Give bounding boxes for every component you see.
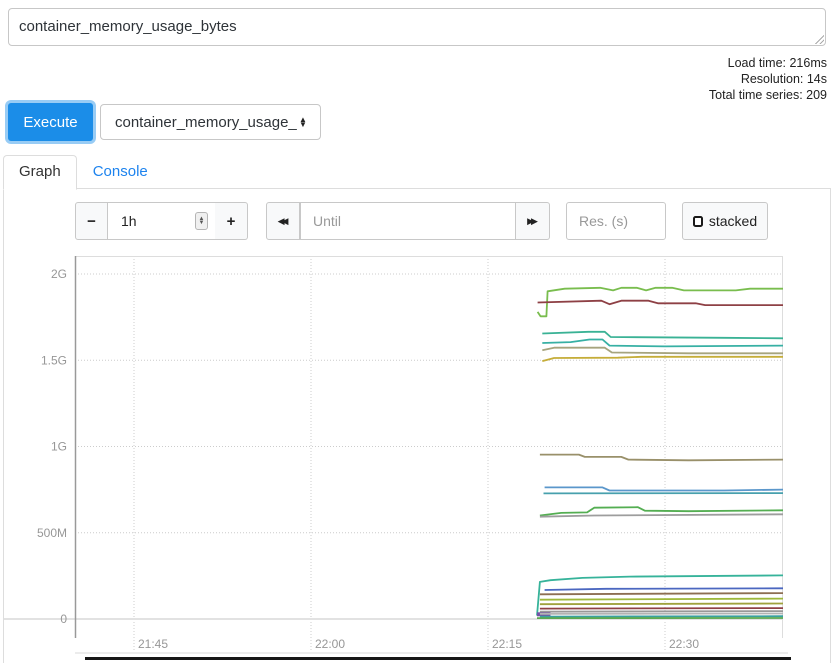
- graph-controls: − ▲▼ + ◀◀ ▶▶: [75, 202, 768, 240]
- svg-text:22:30: 22:30: [669, 637, 699, 651]
- load-time: Load time: 216ms: [709, 55, 827, 71]
- svg-text:22:15: 22:15: [492, 637, 522, 651]
- metric-select[interactable]: container_memory_usage_bytes ▲▼: [100, 104, 321, 140]
- select-arrows-icon: ▲▼: [299, 117, 307, 127]
- svg-text:21:45: 21:45: [138, 637, 168, 651]
- svg-text:1.5G: 1.5G: [41, 353, 67, 367]
- prometheus-expression-browser: container_memory_usage_bytes Load time: …: [0, 0, 833, 663]
- svg-text:22:00: 22:00: [315, 637, 345, 651]
- forward-icon: ▶▶: [527, 216, 535, 227]
- shift-forward-button[interactable]: ▶▶: [516, 202, 550, 240]
- expression-input[interactable]: container_memory_usage_bytes: [8, 8, 826, 46]
- range-decrease-button[interactable]: −: [75, 202, 108, 240]
- resolution: Resolution: 14s: [709, 71, 827, 87]
- textarea-resize-handle-icon[interactable]: [814, 34, 824, 44]
- rewind-icon: ◀◀: [278, 216, 286, 227]
- tab-console[interactable]: Console: [77, 155, 164, 189]
- graph-panel: − ▲▼ + ◀◀ ▶▶: [3, 188, 831, 663]
- resolution-input[interactable]: [566, 202, 666, 240]
- tab-graph[interactable]: Graph: [3, 155, 77, 190]
- stacked-label: stacked: [709, 213, 757, 229]
- execute-button[interactable]: Execute: [8, 103, 93, 141]
- tab-bar: Graph Console: [3, 155, 164, 189]
- svg-text:1G: 1G: [51, 440, 67, 454]
- time-series-chart[interactable]: 21:45 22:00 22:15 22:30 2G 1.5G 1G 500M 0: [4, 256, 790, 654]
- total-time-series: Total time series: 209: [709, 87, 827, 103]
- range-control-group: − ▲▼ +: [75, 202, 248, 240]
- until-input[interactable]: [300, 202, 516, 240]
- shift-back-button[interactable]: ◀◀: [266, 202, 300, 240]
- stepper-icon[interactable]: ▲▼: [195, 212, 208, 230]
- time-shift-group: ◀◀ ▶▶: [266, 202, 550, 240]
- stacked-checkbox-icon: [693, 216, 703, 227]
- query-stats: Load time: 216ms Resolution: 14s Total t…: [709, 55, 827, 103]
- stacked-toggle-button[interactable]: stacked: [682, 202, 768, 240]
- svg-text:2G: 2G: [51, 267, 67, 281]
- metric-select-value: container_memory_usage_bytes: [115, 114, 297, 131]
- range-increase-button[interactable]: +: [215, 202, 248, 240]
- legend-row-cutoff[interactable]: [85, 657, 791, 660]
- svg-text:0: 0: [60, 612, 67, 626]
- svg-text:500M: 500M: [37, 526, 67, 540]
